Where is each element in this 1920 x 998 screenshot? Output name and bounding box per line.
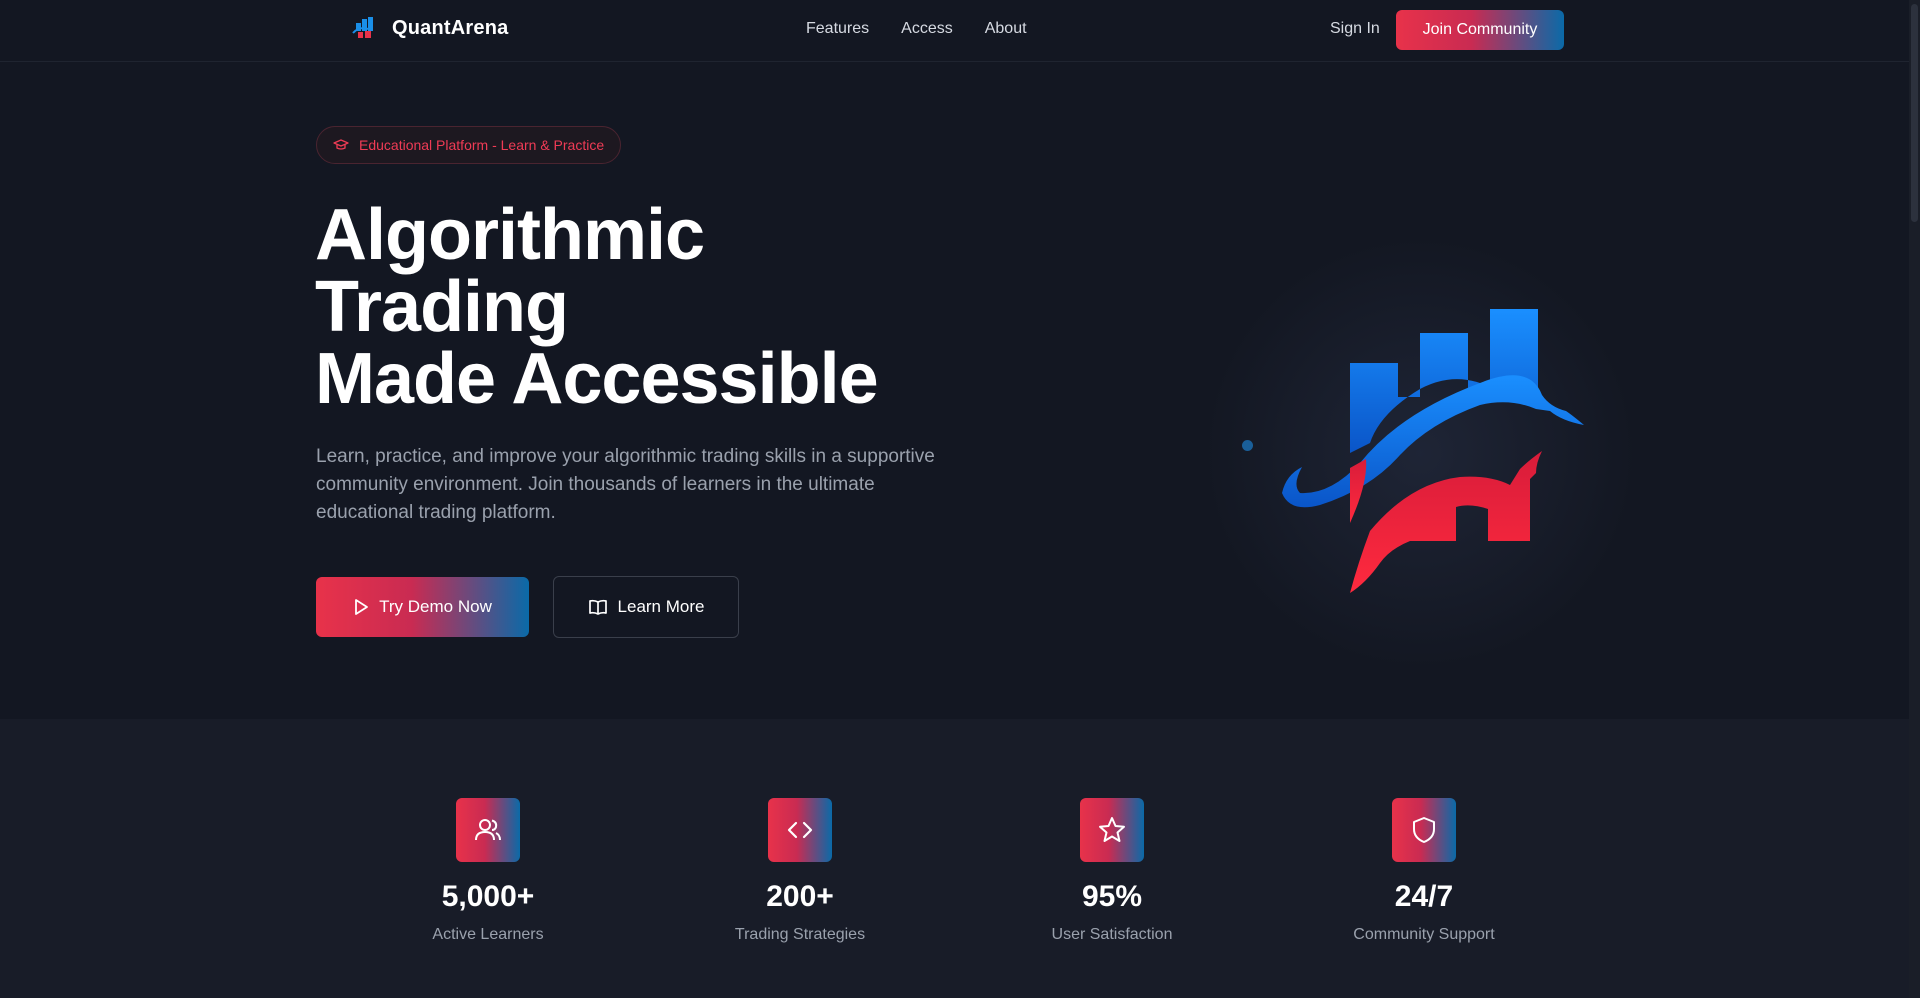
stat-icon-box <box>456 798 520 862</box>
code-icon <box>787 821 813 839</box>
users-icon <box>475 819 501 841</box>
stat-label: Active Learners <box>432 926 544 943</box>
logo-icon <box>352 17 373 38</box>
hero-section: Educational Platform - Learn & Practice … <box>0 63 1909 719</box>
stat-value: 5,000+ <box>441 880 535 913</box>
stat-label: User Satisfaction <box>1051 926 1173 943</box>
stat-user-satisfaction: 95% User Satisfaction <box>992 798 1232 944</box>
hero-headline: Algorithmic Trading Made Accessible <box>315 199 1015 415</box>
stat-icon-box <box>1392 798 1456 862</box>
nav-link-access[interactable]: Access <box>901 20 953 38</box>
try-demo-button[interactable]: Try Demo Now <box>316 577 529 637</box>
star-icon <box>1099 817 1125 842</box>
sign-in-link[interactable]: Sign In <box>1330 20 1380 38</box>
scrollbar-thumb[interactable] <box>1911 4 1918 222</box>
join-community-button[interactable]: Join Community <box>1396 10 1564 50</box>
bull-chart-logo <box>1282 309 1584 593</box>
nav-link-features[interactable]: Features <box>806 20 869 38</box>
book-open-icon <box>588 599 607 615</box>
stat-value: 95% <box>1081 880 1143 913</box>
hero-subtext: Learn, practice, and improve your algori… <box>316 446 935 523</box>
nav-link-about[interactable]: About <box>985 20 1027 38</box>
badge-text: Educational Platform - Learn & Practice <box>359 137 605 153</box>
top-navbar: QuantArena Features Access About Sign In… <box>0 0 1909 62</box>
learn-more-label: Learn More <box>617 597 705 616</box>
stat-value: 200+ <box>766 880 834 913</box>
stat-label: Community Support <box>1353 926 1495 943</box>
stat-icon-box <box>1080 798 1144 862</box>
stat-community-support: 24/7 Community Support <box>1304 798 1544 944</box>
graduation-cap-icon <box>333 139 349 150</box>
nav-links: Features Access About <box>806 20 1027 38</box>
headline-line-3: Made Accessible <box>315 339 879 419</box>
stat-active-learners: 5,000+ Active Learners <box>368 798 608 944</box>
try-demo-label: Try Demo Now <box>379 597 492 616</box>
platform-badge: Educational Platform - Learn & Practice <box>316 126 622 164</box>
page-scrollbar[interactable] <box>1909 0 1920 998</box>
shield-icon <box>1413 817 1435 843</box>
stats-section: 5,000+ Active Learners 200+ Trading Stra… <box>0 719 1909 998</box>
headline-line-2: Trading <box>315 267 569 347</box>
brand-name: QuantArena <box>392 16 509 39</box>
brand[interactable]: QuantArena <box>350 14 508 42</box>
play-icon <box>355 599 369 615</box>
stat-icon-box <box>768 798 832 862</box>
stat-value: 24/7 <box>1394 880 1454 913</box>
headline-line-1: Algorithmic <box>315 195 705 275</box>
stat-label: Trading Strategies <box>734 926 866 943</box>
stat-trading-strategies: 200+ Trading Strategies <box>680 798 920 944</box>
learn-more-button[interactable]: Learn More <box>553 576 739 638</box>
